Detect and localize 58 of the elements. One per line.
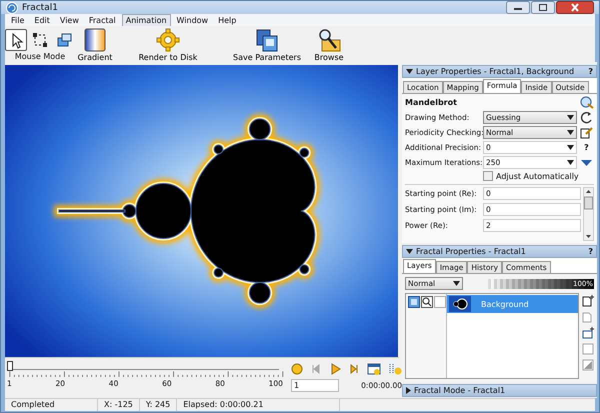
menu-item[interactable]: Fractal bbox=[84, 14, 120, 26]
status-text: Completed bbox=[5, 399, 98, 411]
browse-button[interactable]: Browse bbox=[311, 28, 347, 62]
panel-title: Layer Properties - Fractal1, Background bbox=[416, 67, 576, 76]
minimize-button[interactable] bbox=[506, 1, 530, 14]
gradient-button[interactable]: Gradient bbox=[75, 28, 115, 62]
magnifier-toggle[interactable] bbox=[421, 296, 433, 308]
menu-item[interactable]: Animation bbox=[122, 14, 171, 26]
close-button[interactable] bbox=[556, 1, 594, 14]
caret-icon bbox=[567, 130, 574, 135]
menu-item[interactable]: View bbox=[56, 14, 83, 26]
checkbox[interactable] bbox=[483, 171, 493, 181]
checkbox-label: Adjust Automatically bbox=[496, 172, 579, 180]
gear-icon bbox=[155, 28, 181, 52]
caret-icon bbox=[567, 115, 574, 120]
edit-icon[interactable] bbox=[580, 126, 593, 139]
toolbar-label: Mouse Mode bbox=[14, 52, 66, 61]
panel-header[interactable]: Fractal Mode - Fractal1 bbox=[402, 384, 597, 397]
save-button[interactable]: Save Parameters bbox=[229, 28, 305, 62]
refresh-icon[interactable] bbox=[580, 111, 593, 124]
next-frame-button[interactable] bbox=[348, 363, 360, 375]
pointer-tool-icon[interactable] bbox=[5, 29, 27, 51]
record-button[interactable] bbox=[291, 363, 303, 375]
panel-title: Fractal Mode - Fractal1 bbox=[414, 386, 506, 395]
status-text: Elapsed: 0:00:00.21 bbox=[177, 399, 340, 411]
animation-settings-button[interactable] bbox=[367, 362, 381, 376]
layer-checkbox[interactable] bbox=[434, 296, 446, 308]
layer-thumbnail bbox=[449, 296, 471, 312]
play-button[interactable] bbox=[329, 363, 341, 375]
menu-item[interactable]: File bbox=[7, 14, 28, 26]
window-title: Fractal1 bbox=[22, 2, 59, 12]
formula-name: Mandelbrot bbox=[405, 98, 458, 107]
panel-header[interactable]: Fractal Properties - Fractal1 ? bbox=[402, 245, 597, 258]
menu-item[interactable]: Edit bbox=[30, 14, 54, 26]
keyframes-button[interactable] bbox=[388, 362, 402, 376]
help-icon[interactable]: ? bbox=[580, 143, 593, 152]
help-icon[interactable]: ? bbox=[588, 247, 593, 256]
menu-item[interactable]: Help bbox=[214, 14, 240, 26]
caret-icon bbox=[567, 145, 574, 150]
new-folder-icon[interactable] bbox=[582, 327, 594, 339]
maximize-button[interactable] bbox=[531, 1, 555, 14]
caret-icon bbox=[453, 281, 460, 286]
frame-field[interactable]: 1 bbox=[291, 379, 339, 392]
status-text: X: -125 bbox=[98, 399, 140, 411]
caret-icon bbox=[567, 160, 574, 165]
floppy-disks-icon bbox=[254, 28, 280, 52]
gear-button[interactable]: Render to Disk bbox=[133, 28, 203, 62]
new-layer-icon[interactable] bbox=[582, 295, 594, 307]
timeline-slider[interactable] bbox=[7, 361, 279, 370]
panel-header[interactable]: Layer Properties - Fractal1, Background ? bbox=[402, 65, 597, 78]
scrollbar[interactable] bbox=[583, 187, 594, 241]
formula-browse-icon[interactable] bbox=[580, 96, 594, 109]
menu-item[interactable]: Window bbox=[172, 14, 212, 26]
gradient-icon bbox=[82, 28, 108, 52]
help-icon[interactable]: ? bbox=[588, 67, 593, 76]
panel-title: Fractal Properties - Fractal1 bbox=[416, 247, 527, 256]
status-text: Y: 245 bbox=[140, 399, 178, 411]
visibility-toggle[interactable] bbox=[408, 296, 420, 308]
